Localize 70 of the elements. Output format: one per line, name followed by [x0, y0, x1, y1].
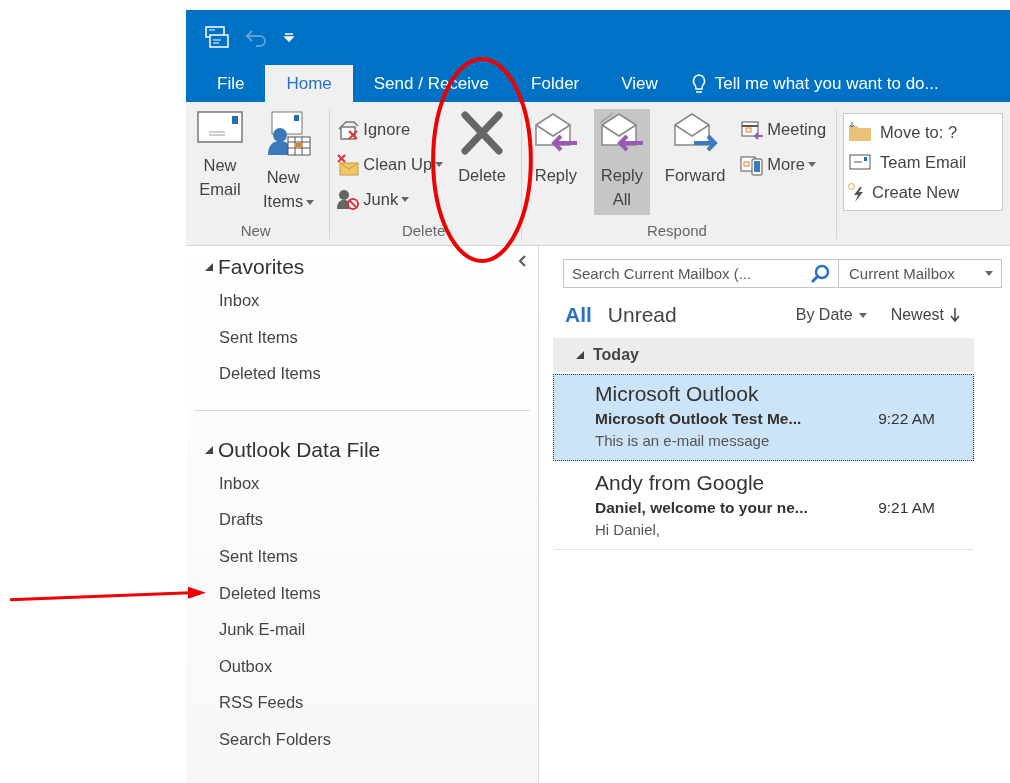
folder-item[interactable]: Deleted Items — [195, 355, 530, 392]
ribbon-tab[interactable]: Home — [265, 65, 353, 102]
folder-item[interactable]: Drafts — [195, 501, 530, 538]
group-label: Respond — [645, 221, 708, 239]
customize-button[interactable] — [284, 32, 294, 43]
folder-item[interactable]: Search Folders — [195, 720, 530, 758]
folder-item[interactable]: Deleted Items — [195, 574, 530, 612]
message-sender: Andy from Google — [595, 470, 766, 496]
folder-item[interactable]: Sent Items — [195, 537, 530, 575]
quick-step[interactable]: Move to: ? — [848, 117, 999, 147]
group-header[interactable]: Today — [553, 338, 974, 372]
caret-icon — [985, 271, 993, 276]
envelope-icon — [848, 152, 873, 172]
message-item[interactable]: Andy from Google Daniel, welcome to your ne... 9:21 AM Hi Daniel, — [553, 463, 974, 550]
filter-tab[interactable]: All — [565, 303, 592, 327]
delete-icon — [459, 111, 505, 155]
message-subject: Microsoft Outlook Test Me... — [595, 409, 802, 429]
quick-step[interactable]: Create New — [848, 177, 999, 207]
folder-icon — [848, 122, 873, 142]
ribbon-button[interactable]: Meeting — [740, 113, 827, 146]
message-time: 9:21 AM — [878, 498, 935, 518]
lightbulb-icon — [690, 72, 707, 95]
group-label: Delete — [400, 221, 447, 239]
message-preview: This is an e-mail message — [595, 431, 771, 451]
junk-icon — [336, 188, 361, 211]
message-subject: Daniel, welcome to your ne... — [595, 498, 808, 518]
message-time: 9:22 AM — [878, 409, 935, 429]
outlook-button[interactable] — [204, 24, 230, 51]
ribbon-button[interactable]: Delete — [453, 109, 511, 191]
folder-item[interactable]: Junk E-mail — [195, 611, 530, 648]
message-item[interactable]: Microsoft Outlook Microsoft Outlook Test Me... 9:22 AM This is an e-mail message — [553, 374, 974, 461]
customize-icon — [284, 32, 294, 43]
chevron-left-icon — [518, 255, 526, 267]
outlook-icon — [204, 24, 230, 51]
filter-tab[interactable]: Unread — [607, 303, 677, 327]
sort-button[interactable]: By Date — [795, 306, 867, 324]
folder-item[interactable]: Sent Items — [195, 318, 530, 356]
envelope-icon — [197, 111, 243, 145]
tell-me-box[interactable]: Tell me what you want to do... — [690, 65, 939, 102]
ribbon-button[interactable]: New Email — [192, 109, 248, 205]
caret-icon — [858, 312, 867, 318]
ribbon-button[interactable]: New Items — [258, 109, 320, 217]
ribbon-tab[interactable]: File — [196, 65, 266, 102]
ribbon-tab[interactable]: View — [600, 65, 679, 102]
folder-item[interactable]: Inbox — [195, 282, 530, 319]
section-header[interactable]: Favorites — [218, 255, 305, 279]
ribbon-button[interactable]: Ignore — [336, 113, 444, 146]
clean-up-icon — [336, 153, 361, 176]
message-sender: Microsoft Outlook — [595, 381, 760, 407]
folder-item[interactable]: Inbox — [195, 464, 530, 502]
message-preview: Hi Daniel, — [595, 520, 662, 540]
ignore-icon — [336, 118, 361, 141]
group-label: New — [239, 221, 272, 239]
section-header[interactable]: Outlook Data File — [218, 437, 381, 462]
order-button[interactable]: Newest — [890, 306, 960, 324]
folder-item[interactable]: Outbox — [195, 647, 530, 685]
folder-item[interactable]: RSS Feeds — [195, 684, 530, 721]
ribbon-button[interactable]: Reply All — [593, 109, 650, 215]
ribbon-button[interactable]: More — [740, 148, 827, 181]
down-arrow-icon — [950, 308, 960, 322]
quick-step[interactable]: Team Email — [848, 147, 999, 177]
ribbon-button[interactable]: Forward — [659, 109, 731, 191]
search-icon — [810, 263, 830, 284]
ribbon-button[interactable]: Junk — [336, 183, 444, 216]
person-calendar-icon — [265, 111, 312, 157]
calendar-icon — [740, 118, 765, 141]
ribbon-button[interactable]: Reply — [527, 109, 584, 191]
lightning-icon — [848, 182, 865, 202]
calendar-phone-icon — [740, 153, 765, 176]
ribbon-tab[interactable]: Folder — [510, 65, 601, 102]
